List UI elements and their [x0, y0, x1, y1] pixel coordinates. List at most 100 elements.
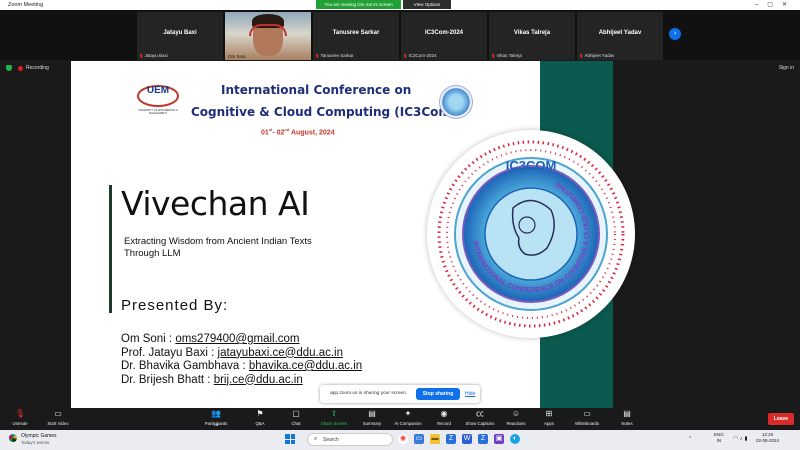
- taskbar-search[interactable]: ⌕ Search: [307, 433, 393, 446]
- clock-date: 02-08-2024: [756, 438, 780, 443]
- subtitle-line: Through LLM: [124, 248, 181, 259]
- author-email-link[interactable]: bhavika.ce@ddu.ac.in: [249, 360, 362, 372]
- start-video-button[interactable]: ▭ Start Video: [38, 409, 78, 426]
- ic3com-seal-graphic: IC3COM INTERNATIONAL CONFERENCE ON COGNI…: [437, 140, 625, 328]
- zoom-app-icon[interactable]: Z: [446, 434, 456, 444]
- mic-muted-icon: ▮: [404, 53, 407, 58]
- participant-name: Abhijeet Yadav: [598, 30, 642, 36]
- presented-by-heading: Presented By:: [121, 297, 229, 314]
- viewing-banner: You are viewing Om Soni's screen: [316, 0, 401, 9]
- window-controls[interactable]: –▢✕: [755, 1, 796, 8]
- leave-button[interactable]: Leave: [768, 413, 794, 425]
- share-notice-message: app.zoom.us is sharing your screen.: [330, 391, 408, 396]
- toolbar-label: Show Captions: [465, 421, 495, 426]
- toolbar-label: Share Screen: [320, 421, 348, 426]
- view-options-button[interactable]: View Options: [403, 0, 451, 9]
- taskbar-clock[interactable]: 12:26 02-08-2024: [756, 432, 779, 444]
- language-indicator[interactable]: ENG IN: [714, 432, 724, 444]
- author-list: Om Soni : oms279400@gmail.com Prof. Jata…: [121, 333, 362, 387]
- participant-name: IC3Com-2024: [424, 30, 463, 36]
- toolbar-label: Participants: [204, 421, 228, 426]
- tray-chevron-icon[interactable]: ⌃: [688, 436, 692, 442]
- slide-subtitle: Extracting Wisdom from Ancient Indian Te…: [124, 236, 424, 260]
- recording-dot-icon: [18, 66, 23, 71]
- uem-logo-text: UEM: [146, 85, 170, 96]
- ai-companion-button[interactable]: ✦ AI Companion: [388, 409, 428, 426]
- search-icon: ⌕: [314, 436, 318, 442]
- author-name: Om Soni :: [121, 333, 176, 345]
- chat-icon: ▢: [292, 409, 300, 418]
- chat-button[interactable]: ▢ Chat: [276, 409, 316, 426]
- whiteboards-button[interactable]: ▭ Whiteboards: [567, 409, 607, 426]
- participant-label: Vikas Talreja: [496, 53, 522, 58]
- shield-icon[interactable]: [6, 65, 12, 71]
- next-participants-icon[interactable]: ›: [669, 28, 681, 40]
- author-email-link[interactable]: jatayubaxi.ce@ddu.ac.in: [218, 347, 343, 359]
- notes-button[interactable]: ▤ Notes: [607, 409, 647, 426]
- participant-tile-video[interactable]: Om Soni: [225, 12, 311, 60]
- conference-title-line2: Cognitive & Cloud Computing (IC3Com): [191, 105, 457, 119]
- hide-link[interactable]: Hide: [465, 391, 475, 397]
- zoom-app-icon-2[interactable]: Z: [478, 434, 488, 444]
- author-row: Prof. Jatayu Baxi : jatayubaxi.ce@ddu.ac…: [121, 347, 362, 361]
- whiteboard-icon: ▭: [583, 409, 591, 418]
- captions-icon: ㏄: [476, 409, 484, 418]
- author-name: Prof. Jatayu Baxi :: [121, 346, 218, 359]
- mic-muted-icon: ▮: [492, 53, 495, 58]
- system-tray-icons[interactable]: ◠♪▮: [733, 436, 750, 442]
- participant-name: Tanusree Sarkar: [332, 30, 380, 36]
- chrome-icon[interactable]: ◉: [398, 434, 408, 444]
- summary-button[interactable]: ▤ Summary: [352, 409, 392, 426]
- share-screen-button[interactable]: ⇪ Share Screen: [314, 409, 354, 426]
- sign-in-link[interactable]: Sign in: [779, 65, 794, 71]
- participant-tile[interactable]: Vikas Talreja ▮ Vikas Talreja: [489, 12, 575, 60]
- file-explorer-icon[interactable]: ▬: [430, 434, 440, 444]
- reactions-icon: ☺: [511, 409, 521, 418]
- author-email-link[interactable]: brij.ce@ddu.ac.in: [214, 374, 303, 386]
- participant-name: Jatayu Baxi: [163, 30, 197, 36]
- start-icon-tile: [290, 434, 295, 439]
- unmute-button[interactable]: 🎙 Unmute: [0, 409, 40, 426]
- stop-sharing-button[interactable]: Stop sharing: [416, 388, 460, 400]
- participant-label: Om Soni: [228, 54, 246, 59]
- file-icon[interactable]: ▭: [414, 434, 424, 444]
- search-placeholder: Search: [323, 437, 339, 443]
- participant-name: Vikas Talreja: [513, 30, 551, 36]
- participant-tile[interactable]: IC3Com-2024 ▮ IC3Com-2024: [401, 12, 487, 60]
- toolbar-label: Reactions: [506, 421, 526, 426]
- toolbar-label: Summary: [362, 421, 382, 426]
- author-row: Dr. Bhavika Gambhava : bhavika.ce@ddu.ac…: [121, 360, 362, 374]
- record-button[interactable]: ◉ Record: [424, 409, 464, 426]
- participant-video-headset: [249, 24, 287, 36]
- participant-tile[interactable]: Jatayu Baxi ▮ Jatayu Baxi: [137, 12, 223, 60]
- seal-top-text: IC3COM: [506, 158, 557, 173]
- participants-button[interactable]: 👥16 Participants: [196, 409, 236, 427]
- conference-title-line1: International Conference on: [221, 83, 412, 97]
- word-icon[interactable]: W: [462, 434, 472, 444]
- toolbar-label: Unmute: [12, 421, 28, 426]
- recording-label[interactable]: Recording: [26, 65, 49, 71]
- edge-icon[interactable]: ◐: [510, 434, 520, 444]
- qa-button[interactable]: ⚑ Q&A: [240, 409, 280, 426]
- subtitle-line: Extracting Wisdom from Ancient Indian Te…: [124, 236, 312, 247]
- store-icon[interactable]: ▣: [494, 434, 504, 444]
- date-rest: August, 2024: [289, 129, 335, 137]
- widget-title[interactable]: Olympic Games: [21, 433, 57, 439]
- mic-muted-icon: 🎙: [14, 409, 26, 418]
- start-icon-tile: [285, 434, 290, 439]
- summary-icon: ▤: [368, 409, 376, 418]
- author-email-link[interactable]: oms279400@gmail.com: [175, 333, 299, 345]
- mic-muted-icon: ▮: [316, 53, 319, 58]
- participant-tile[interactable]: Tanusree Sarkar ▮ Tanusree Sarkar: [313, 12, 399, 60]
- notes-icon: ▤: [623, 409, 631, 418]
- qa-icon: ⚑: [256, 409, 264, 418]
- author-name: Dr. Bhavika Gambhava :: [121, 360, 249, 372]
- apps-button[interactable]: ⊞ Apps: [529, 409, 569, 426]
- participant-label: Jatayu Baxi: [144, 53, 168, 58]
- show-captions-button[interactable]: ㏄ Show Captions: [460, 409, 500, 426]
- record-icon: ◉: [440, 409, 448, 418]
- participant-tile[interactable]: Abhijeet Yadav ▮ Abhijeet Yadav: [577, 12, 663, 60]
- windows-start-icon[interactable]: [285, 434, 295, 444]
- participant-label: Abhijeet Yadav: [584, 53, 615, 58]
- olympic-rings-icon[interactable]: [9, 434, 17, 442]
